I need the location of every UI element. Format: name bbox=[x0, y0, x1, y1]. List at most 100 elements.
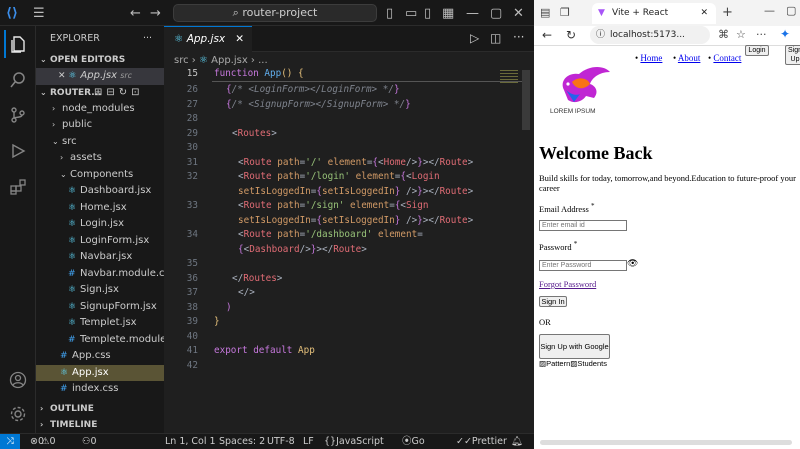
react-file-icon: ⚛ bbox=[68, 202, 77, 213]
minimize-icon[interactable]: — bbox=[764, 4, 775, 17]
code-line: {/* <SignupForm></SignupForm> */} bbox=[226, 98, 411, 110]
minimap[interactable] bbox=[500, 70, 518, 84]
menu-icon[interactable]: ☰ bbox=[33, 3, 45, 23]
open-editor-item[interactable]: ✕ ⚛ App.jsx src bbox=[36, 68, 164, 85]
source-control-icon[interactable] bbox=[4, 101, 32, 129]
file-tree-item[interactable]: ⚛ LoginForm.jsx bbox=[36, 233, 164, 250]
tab-app-jsx[interactable]: ⚛ App.jsx ✕ bbox=[164, 26, 252, 52]
extensions-icon[interactable] bbox=[4, 173, 32, 201]
file-tree-item[interactable]: ⚛ App.jsx bbox=[36, 364, 164, 381]
restore-icon[interactable]: ▢ bbox=[490, 3, 502, 23]
file-tree-item[interactable]: ⚛ Navbar.jsx bbox=[36, 249, 164, 266]
css-file-icon: # bbox=[60, 384, 68, 394]
encoding[interactable]: UTF-8 bbox=[267, 434, 295, 449]
file-tree-item[interactable]: ⌄ src bbox=[36, 134, 164, 151]
breadcrumb-src[interactable]: src bbox=[174, 55, 189, 66]
notifications-bell-icon[interactable]: 🔔︎ bbox=[511, 434, 523, 449]
split-editor-icon[interactable]: ◫ bbox=[490, 31, 501, 45]
close-icon[interactable]: ✕ bbox=[58, 71, 68, 81]
file-tree-item[interactable]: ⚛ Dashboard.jsx bbox=[36, 183, 164, 200]
close-window-icon[interactable]: ✕ bbox=[513, 3, 524, 23]
minimize-icon[interactable]: — bbox=[466, 3, 479, 23]
signup-button[interactable]: Sign Up bbox=[785, 45, 800, 65]
file-tree-item[interactable]: ⚛ Sign.jsx bbox=[36, 282, 164, 299]
ports-indicator[interactable]: ⚇ 0 bbox=[82, 434, 97, 449]
open-editors-section[interactable]: ⌄ OPEN EDITORS bbox=[36, 52, 164, 68]
forgot-password-link[interactable]: Forgot Password bbox=[539, 279, 596, 289]
file-tree-item[interactable]: # Navbar.module.css bbox=[36, 266, 164, 283]
horizontal-scrollbar[interactable] bbox=[540, 440, 792, 445]
file-tree-item[interactable]: # App.css bbox=[36, 348, 164, 365]
email-input[interactable]: Enter email id bbox=[539, 220, 627, 231]
copilot-icon[interactable]: ✦ bbox=[780, 27, 790, 41]
password-input[interactable]: Enter Password bbox=[539, 260, 627, 271]
login-button[interactable]: Login bbox=[745, 45, 769, 56]
file-tree-item[interactable]: # index.css bbox=[36, 381, 164, 398]
explorer-icon[interactable] bbox=[4, 30, 32, 58]
remote-icon[interactable]: ⤨ bbox=[0, 434, 20, 449]
google-signup-button[interactable]: Sign Up with Google bbox=[539, 334, 610, 359]
more-actions-icon[interactable]: ··· bbox=[143, 26, 152, 52]
forward-arrow-icon[interactable]: → bbox=[150, 3, 161, 23]
settings-gear-icon[interactable] bbox=[4, 400, 32, 428]
explorer-actions-icon[interactable]: ⊞⊟↻⊡ bbox=[94, 85, 144, 101]
line-number: 27 bbox=[186, 98, 198, 110]
read-aloud-icon[interactable]: ⌘ bbox=[718, 28, 729, 41]
outline-section[interactable]: › OUTLINE bbox=[36, 401, 94, 417]
run-debug-icon[interactable] bbox=[4, 137, 32, 165]
close-tab-icon[interactable]: ✕ bbox=[235, 27, 244, 52]
project-section[interactable]: ⌄ ROUTER... ⊞⊟↻⊡ bbox=[36, 85, 164, 101]
file-tree-item[interactable]: ⚛ Login.jsx bbox=[36, 216, 164, 233]
go-live[interactable]: ⦿ Go Live bbox=[402, 434, 425, 449]
close-tab-icon[interactable]: ✕ bbox=[700, 3, 708, 23]
indentation[interactable]: Spaces: 2 bbox=[219, 434, 265, 449]
new-tab-icon[interactable]: + bbox=[722, 5, 733, 20]
layout-icon[interactable]: ▦ bbox=[442, 3, 454, 23]
line-ending[interactable]: LF bbox=[303, 434, 314, 449]
timeline-section[interactable]: › TIMELINE bbox=[36, 417, 97, 433]
back-arrow-icon[interactable]: ← bbox=[542, 28, 552, 42]
run-icon[interactable]: ▷ bbox=[470, 31, 479, 45]
eye-icon[interactable]: 👁︎ bbox=[627, 258, 638, 269]
language-mode[interactable]: {} JavaScript JSX bbox=[324, 434, 384, 449]
toggle-sidebar-icon[interactable]: ▯ bbox=[386, 3, 393, 23]
prettier[interactable]: ✓✓ Prettier bbox=[456, 434, 507, 449]
file-tree-item[interactable]: › public bbox=[36, 117, 164, 134]
more-actions-icon[interactable]: ··· bbox=[513, 30, 524, 44]
code-line: function App() { bbox=[214, 68, 304, 79]
editor-scrollbar[interactable] bbox=[522, 70, 530, 130]
cursor-position[interactable]: Ln 1, Col 1 bbox=[165, 434, 216, 449]
tab-actions-icon[interactable]: ▤ bbox=[540, 6, 550, 19]
file-tree-item[interactable]: › node_modules bbox=[36, 101, 164, 118]
file-tree-item[interactable]: › assets bbox=[36, 150, 164, 167]
address-bar[interactable]: ⓘ localhost:5173... bbox=[590, 26, 710, 44]
nav-contact-link[interactable]: Contact bbox=[713, 53, 741, 63]
back-arrow-icon[interactable]: ← bbox=[130, 3, 141, 23]
more-menu-icon[interactable]: ··· bbox=[756, 28, 767, 41]
file-tree-item[interactable]: # Templete.module.css bbox=[36, 332, 164, 349]
workspaces-icon[interactable]: ❐ bbox=[560, 6, 570, 19]
chevron-right-icon: › bbox=[40, 420, 44, 429]
toggle-panel-icon[interactable]: ▭ bbox=[405, 3, 417, 23]
site-info-icon[interactable]: ⓘ bbox=[596, 26, 605, 44]
line-number: 15 bbox=[186, 68, 198, 79]
maximize-icon[interactable]: ▢ bbox=[786, 4, 796, 17]
nav-about-link[interactable]: About bbox=[678, 53, 701, 63]
file-tree-item[interactable]: ⚛ SignupForm.jsx bbox=[36, 299, 164, 316]
refresh-icon[interactable]: ↻ bbox=[566, 28, 576, 42]
search-view-icon[interactable] bbox=[4, 66, 32, 94]
code-area[interactable]: 15 26 27 28 29 30 31 32 33 34 35 36 37 38 39 40 41 42 fun… bbox=[164, 68, 534, 398]
file-tree-item[interactable]: ⚛ Home.jsx bbox=[36, 200, 164, 217]
command-center-search[interactable]: ⌕ router-project bbox=[173, 4, 377, 22]
sign-in-button[interactable]: Sign In bbox=[539, 296, 567, 307]
problems-indicator[interactable]: ⊗ 0 ⚠ 0 bbox=[30, 434, 56, 449]
file-tree-item[interactable]: ⌄ Components bbox=[36, 167, 164, 184]
nav-home-link[interactable]: Home bbox=[640, 53, 662, 63]
favorite-star-icon[interactable]: ☆ bbox=[736, 28, 746, 41]
file-tree-item[interactable]: ⚛ Templet.jsx bbox=[36, 315, 164, 332]
toggle-secondary-icon[interactable]: ▯ bbox=[424, 3, 431, 23]
breadcrumb-more[interactable]: ... bbox=[258, 55, 268, 66]
account-icon[interactable] bbox=[4, 366, 32, 394]
breadcrumb-file[interactable]: App.jsx bbox=[211, 55, 248, 66]
browser-tab[interactable]: ▼ Vite + React ✕ bbox=[592, 3, 716, 24]
